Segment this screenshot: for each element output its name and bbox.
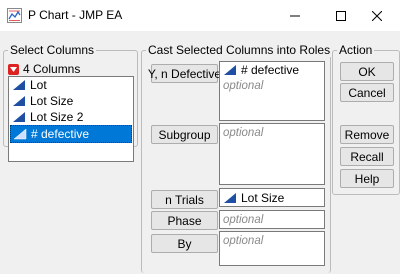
column-item-lot-size[interactable]: Lot Size — [9, 93, 133, 109]
cancel-button[interactable]: Cancel — [340, 83, 394, 102]
n-trials-role-item[interactable]: Lot Size — [220, 189, 324, 206]
continuous-icon — [13, 128, 27, 140]
column-item-lot-size-2[interactable]: Lot Size 2 — [9, 109, 133, 125]
continuous-icon — [13, 96, 25, 106]
n-trials-role-box[interactable]: Lot Size — [219, 188, 325, 207]
subgroup-optional: optional — [223, 126, 264, 139]
continuous-icon — [13, 112, 25, 122]
select-columns-group: Select Columns 4 Columns Lot Lot Size Lo… — [3, 43, 138, 162]
column-name: Lot Size — [30, 94, 74, 108]
by-button[interactable]: By — [151, 234, 218, 253]
by-role-box[interactable]: optional — [219, 231, 325, 266]
recall-button[interactable]: Recall — [340, 147, 394, 166]
phase-optional: optional — [223, 213, 264, 226]
phase-role-box[interactable]: optional — [219, 210, 325, 229]
remove-button[interactable]: Remove — [340, 125, 394, 144]
action-legend: Action — [337, 43, 375, 57]
n-trials-role-value: Lot Size — [241, 190, 285, 205]
minimize-button[interactable] — [272, 0, 318, 31]
title-bar: P Chart - JMP EA — [0, 0, 400, 31]
y-role-box[interactable]: # defective optional — [219, 61, 325, 121]
minimize-icon — [290, 15, 300, 16]
column-name: Lot — [30, 78, 47, 92]
column-item-lot[interactable]: Lot — [9, 77, 133, 93]
action-group: Action OK Cancel Remove Recall Help — [332, 43, 400, 195]
continuous-icon — [13, 80, 25, 90]
subgroup-role-box[interactable]: optional — [219, 123, 325, 185]
y-role-optional: optional — [223, 79, 264, 92]
column-list[interactable]: Lot Lot Size Lot Size 2 # defective — [8, 76, 134, 162]
continuous-icon — [224, 192, 236, 203]
continuous-icon — [224, 65, 236, 75]
help-button[interactable]: Help — [340, 169, 394, 188]
ok-button[interactable]: OK — [340, 62, 394, 81]
select-columns-legend: Select Columns — [8, 43, 97, 57]
y-n-defective-button[interactable]: Y, n Defective — [148, 64, 221, 83]
n-trials-button[interactable]: n Trials — [151, 190, 218, 209]
red-triangle-menu-icon[interactable] — [8, 63, 19, 75]
subgroup-button[interactable]: Subgroup — [151, 125, 218, 144]
close-icon — [372, 10, 382, 21]
roles-group: Cast Selected Columns into Roles Y, n De… — [141, 43, 333, 273]
column-name: # defective — [31, 127, 90, 141]
column-name: Lot Size 2 — [30, 110, 84, 124]
by-optional: optional — [223, 234, 264, 247]
p-chart-app-icon — [7, 8, 22, 23]
maximize-icon — [336, 10, 346, 21]
column-count-row: 4 Columns — [8, 62, 80, 76]
y-role-value: # defective — [241, 63, 300, 77]
close-button[interactable] — [354, 0, 400, 31]
window-title: P Chart - JMP EA — [28, 8, 123, 22]
y-role-item[interactable]: # defective — [220, 62, 324, 78]
phase-button[interactable]: Phase — [151, 211, 218, 230]
column-item-defective[interactable]: # defective — [10, 125, 132, 143]
roles-legend: Cast Selected Columns into Roles — [146, 43, 333, 57]
column-count-label: 4 Columns — [23, 62, 81, 76]
